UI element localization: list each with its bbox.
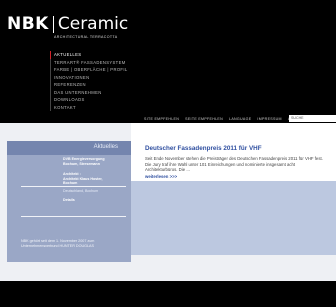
news-panel: Deutscher Fassadenpreis 2011 für VHF Sei…: [131, 123, 336, 181]
logo-nbk: NBK: [7, 14, 49, 34]
nav-item-farbe[interactable]: FARBE | OBERFLÄCHE | PROFIL: [50, 66, 134, 74]
news-title[interactable]: Deutscher Fassadenpreis 2011 für VHF: [145, 145, 262, 152]
nav-item-innovationen[interactable]: INNOVATIONEN: [50, 73, 134, 81]
logo-ceramic: Ceramic: [57, 14, 129, 34]
nav-item-downloads[interactable]: DOWNLOADS: [50, 96, 134, 104]
main-nav: AKTUELLES TERRART® FASSADENSYSTEM FARBE …: [50, 51, 134, 111]
nav-item-fassadensystem[interactable]: TERRART® FASSADENSYSTEM: [50, 58, 134, 66]
read-more-link[interactable]: weiterlesen >>>: [145, 174, 177, 179]
nav-item-referenzen[interactable]: REFERENZEN: [50, 81, 134, 89]
utility-link-seite-empfehlen[interactable]: SEITE EMPFEHLEN: [185, 117, 223, 121]
news-sidebar: Aktuelles DVB Energieversorgung Bochum, …: [7, 141, 131, 262]
nav-item-kontakt[interactable]: KONTAKT: [50, 103, 134, 111]
membership-note-line2: Unternehmensverbund HUNTER DOUGLAS: [21, 243, 94, 248]
divider: [21, 216, 126, 217]
utility-bar: SITE EMPFEHLEN SEITE EMPFEHLEN LANGUAGE …: [144, 115, 336, 122]
logo[interactable]: NBK Ceramic: [7, 14, 128, 34]
utility-link-site-empfehlen[interactable]: SITE EMPFEHLEN: [144, 117, 179, 121]
membership-note: NBK gehört seit dem 1. November 2007 zum…: [21, 239, 94, 249]
sidebar-header: Aktuelles: [7, 141, 131, 155]
nav-item-aktuelles[interactable]: AKTUELLES: [50, 51, 134, 59]
utility-link-language[interactable]: LANGUAGE: [229, 117, 251, 121]
sidebar-title: Aktuelles: [93, 144, 118, 150]
nav-item-unternehmen[interactable]: DAS UNTERNEHMEN: [50, 88, 134, 96]
search-input[interactable]: [289, 115, 336, 122]
logo-divider: [52, 15, 54, 33]
details-link[interactable]: Details: [63, 198, 126, 203]
utility-link-impressum[interactable]: IMPRESSUM: [257, 117, 281, 121]
brand-tagline: ARCHITECTURAL TERRACOTTA: [54, 35, 118, 39]
news-text: Seit Ende November stehen die Preisträge…: [145, 156, 323, 173]
divider: [21, 186, 126, 187]
